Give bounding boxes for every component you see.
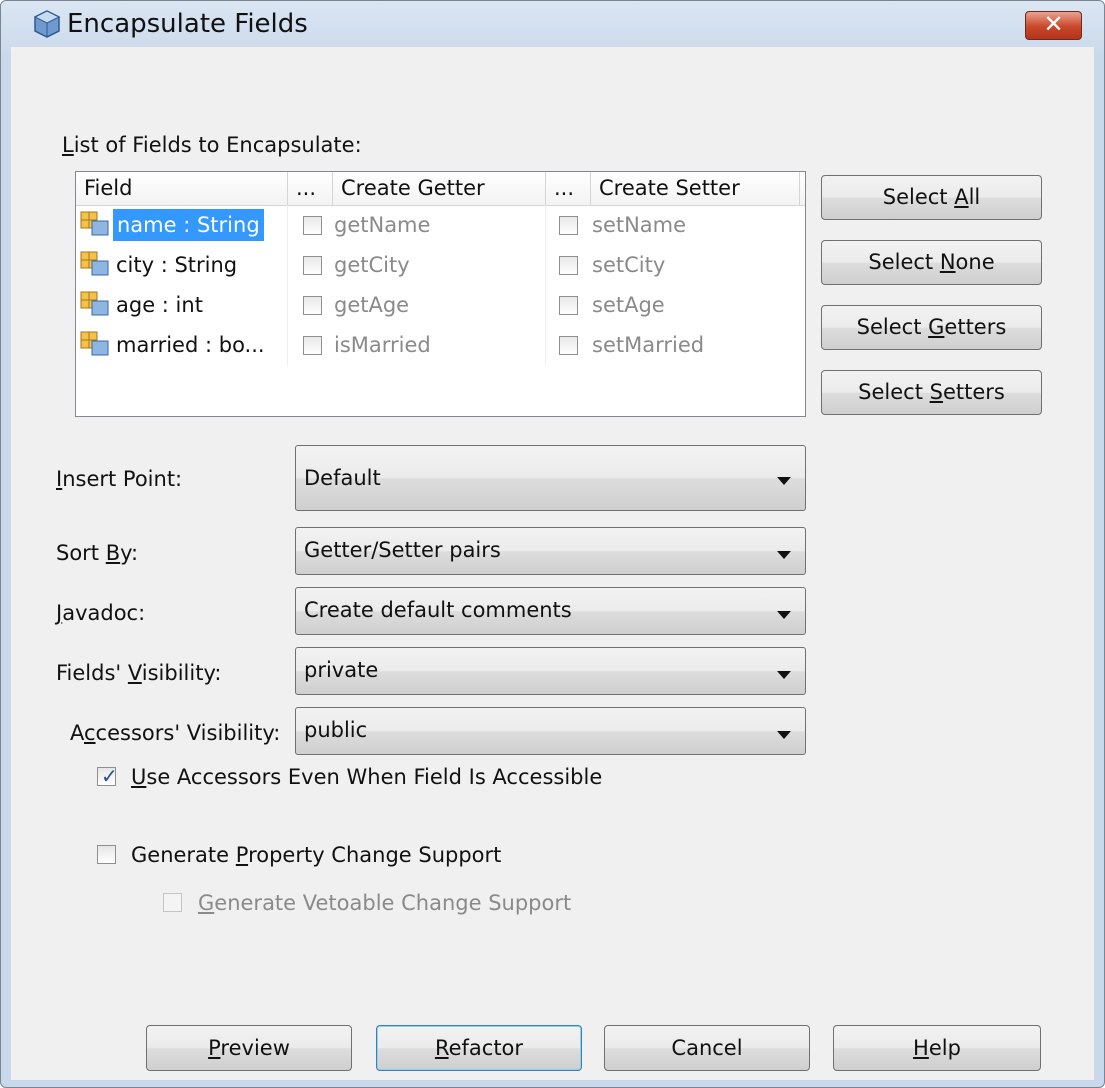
accessors-visibility-select[interactable]: public [295, 707, 806, 755]
field-variable-icon [80, 251, 109, 276]
vetoable-change-label[interactable]: Generate Vetoable Change Support [198, 891, 571, 915]
cancel-label: Cancel [671, 1036, 743, 1060]
table-row[interactable]: city : String getCity setCity [76, 245, 805, 285]
accessors-visibility-value: public [304, 718, 368, 742]
table-row[interactable]: name : String getName setName [76, 205, 805, 245]
getter-checkbox[interactable] [303, 336, 322, 355]
setter-name[interactable]: setMarried [592, 325, 704, 365]
field-name: married : bo... [116, 333, 265, 357]
sort-by-label: Sort By: [56, 541, 139, 565]
fields-visibility-value: private [304, 658, 379, 682]
field-name: city : String [116, 253, 238, 277]
getter-name[interactable]: getAge [334, 285, 409, 325]
preview-button[interactable]: Preview [146, 1025, 352, 1071]
setter-checkbox[interactable] [559, 216, 578, 235]
field-name: name : String [113, 209, 264, 241]
column-header-setter-options[interactable]: ... [546, 172, 591, 205]
setter-cell: setCity [546, 245, 805, 285]
setter-checkbox[interactable] [559, 296, 578, 315]
setter-name[interactable]: setAge [592, 285, 665, 325]
javadoc-label: Javadoc: [56, 601, 146, 625]
select-all-button[interactable]: Select All [821, 175, 1042, 220]
table-row[interactable]: age : int getAge setAge [76, 285, 805, 325]
insert-point-label: Insert Point: [56, 467, 183, 491]
chevron-down-icon [777, 551, 791, 559]
table-row[interactable]: married : bo... isMarried setMarried [76, 325, 805, 365]
refactor-button[interactable]: Refactor [376, 1025, 582, 1071]
javadoc-select[interactable]: Create default comments [295, 587, 806, 635]
getter-checkbox[interactable] [303, 296, 322, 315]
select-setters-button[interactable]: Select Setters [821, 370, 1042, 415]
column-header-create-getter[interactable]: Create Getter [333, 172, 546, 205]
field-name: age : int [116, 293, 203, 317]
close-button[interactable]: ✕ [1025, 10, 1082, 40]
select-all-label: Select All [882, 185, 981, 209]
column-header-field[interactable]: Field [76, 172, 288, 205]
field-variable-icon [80, 331, 109, 356]
select-none-button[interactable]: Select None [821, 240, 1042, 285]
property-change-label[interactable]: Generate Property Change Support [131, 843, 501, 867]
setter-checkbox[interactable] [559, 256, 578, 275]
getter-checkbox[interactable] [303, 216, 322, 235]
table-header: Field ... Create Getter ... Create Sette… [76, 172, 805, 206]
chevron-down-icon [777, 611, 791, 619]
chevron-down-icon [777, 477, 791, 485]
fields-table[interactable]: Field ... Create Getter ... Create Sette… [75, 171, 806, 417]
cancel-button[interactable]: Cancel [604, 1025, 810, 1071]
getter-cell: getAge [288, 285, 546, 325]
column-header-create-setter[interactable]: Create Setter [591, 172, 800, 205]
select-getters-label: Select Getters [856, 315, 1007, 339]
getter-checkbox[interactable] [303, 256, 322, 275]
column-header-getter-options[interactable]: ... [288, 172, 333, 205]
preview-label: Preview [208, 1036, 290, 1060]
netbeans-cube-icon [33, 10, 61, 38]
setter-cell: setName [546, 205, 805, 245]
encapsulate-fields-dialog: Encapsulate Fields ✕ List of Fields to E… [0, 0, 1105, 1088]
insert-point-value: Default [304, 466, 381, 490]
use-accessors-label[interactable]: Use Accessors Even When Field Is Accessi… [131, 765, 602, 789]
getter-cell: getCity [288, 245, 546, 285]
fields-visibility-select[interactable]: private [295, 647, 806, 695]
field-variable-icon [80, 291, 109, 316]
fields-list-label: List of Fields to Encapsulate: [62, 133, 362, 157]
sort-by-select[interactable]: Getter/Setter pairs [295, 527, 806, 575]
sort-by-value: Getter/Setter pairs [304, 538, 501, 562]
accessors-visibility-label: Accessors' Visibility: [70, 721, 281, 745]
title-bar[interactable]: Encapsulate Fields ✕ [1, 1, 1104, 47]
getter-name[interactable]: getCity [334, 245, 410, 285]
field-cell[interactable]: city : String [76, 245, 288, 285]
chevron-down-icon [777, 671, 791, 679]
field-cell[interactable]: name : String [76, 205, 288, 245]
field-cell[interactable]: married : bo... [76, 325, 288, 365]
field-cell[interactable]: age : int [76, 285, 288, 325]
dialog-content: List of Fields to Encapsulate: Field ...… [11, 47, 1094, 1080]
setter-name[interactable]: setCity [592, 245, 665, 285]
refactor-label: Refactor [434, 1036, 524, 1060]
close-icon: ✕ [1043, 10, 1064, 38]
getter-cell: isMarried [288, 325, 546, 365]
help-label: Help [913, 1036, 961, 1060]
javadoc-value: Create default comments [304, 598, 572, 622]
setter-cell: setMarried [546, 325, 805, 365]
setter-name[interactable]: setName [592, 205, 686, 245]
select-setters-label: Select Setters [858, 380, 1005, 404]
fields-visibility-label: Fields' Visibility: [56, 661, 222, 685]
use-accessors-checkbox[interactable]: ✓ [97, 764, 118, 788]
select-none-label: Select None [868, 250, 995, 274]
help-button[interactable]: Help [833, 1025, 1041, 1071]
field-variable-icon [80, 211, 109, 236]
setter-checkbox[interactable] [559, 336, 578, 355]
select-getters-button[interactable]: Select Getters [821, 305, 1042, 350]
vetoable-change-checkbox[interactable] [163, 893, 182, 912]
property-change-checkbox[interactable] [97, 845, 116, 864]
getter-cell: getName [288, 205, 546, 245]
setter-cell: setAge [546, 285, 805, 325]
window-title: Encapsulate Fields [67, 9, 308, 39]
checkmark-icon: ✓ [101, 764, 118, 788]
chevron-down-icon [777, 731, 791, 739]
getter-name[interactable]: isMarried [334, 325, 431, 365]
insert-point-select[interactable]: Default [295, 445, 806, 511]
getter-name[interactable]: getName [334, 205, 430, 245]
